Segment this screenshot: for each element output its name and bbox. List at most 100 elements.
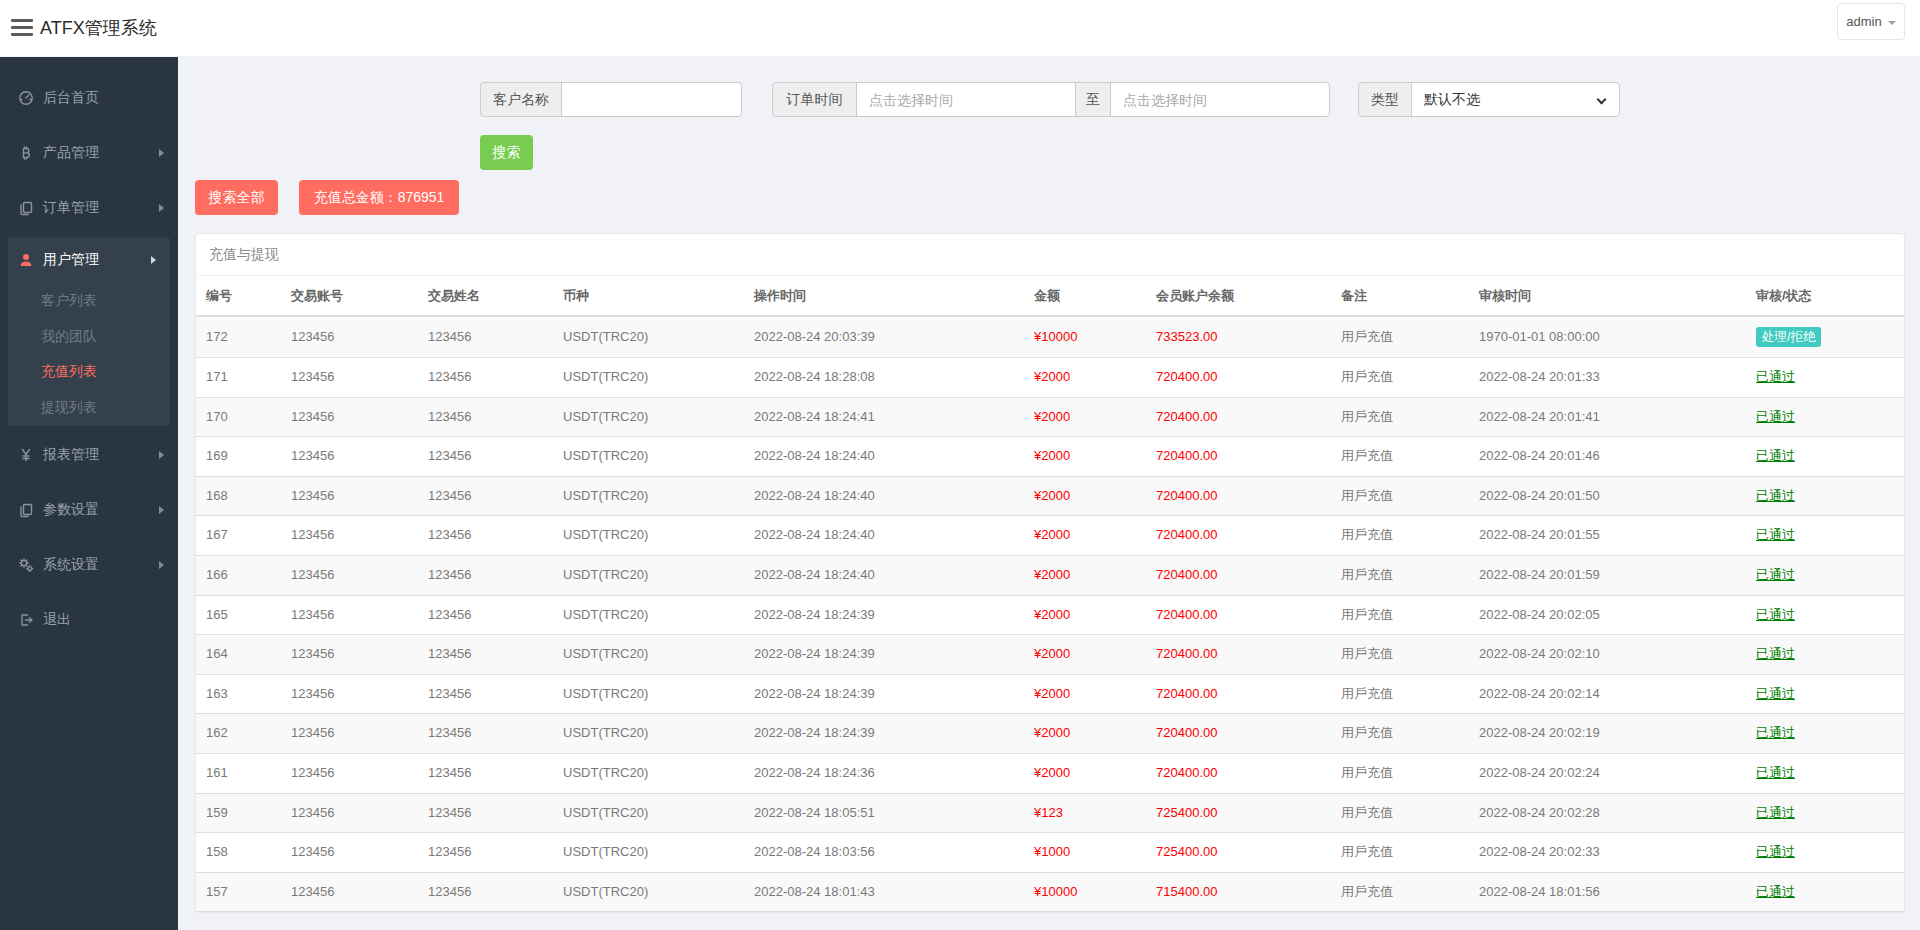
- time-to-input[interactable]: [1110, 82, 1330, 117]
- cell-name: 123456: [418, 397, 553, 437]
- approved-status-link[interactable]: 已通过: [1756, 686, 1795, 701]
- cell-amount: ¥2000: [1024, 555, 1146, 595]
- cell-id: 163: [196, 674, 281, 714]
- approved-status-link[interactable]: 已通过: [1756, 607, 1795, 622]
- cell-remark: 用戶充值: [1331, 635, 1469, 675]
- sidebar-subitem-my-team[interactable]: 我的团队: [8, 319, 170, 355]
- cell-remark: 用戶充值: [1331, 674, 1469, 714]
- cell-status: 已通过: [1746, 555, 1904, 595]
- approved-status-link[interactable]: 已通过: [1756, 488, 1795, 503]
- cell-account: 123456: [281, 753, 418, 793]
- sidebar-item-label: 系统设置: [43, 556, 99, 574]
- approved-status-link[interactable]: 已通过: [1756, 409, 1795, 424]
- hamburger-menu-icon[interactable]: [11, 19, 33, 36]
- type-label: 类型: [1358, 82, 1412, 117]
- search-button[interactable]: 搜索: [480, 135, 533, 170]
- cell-amount: ¥2000: [1024, 358, 1146, 398]
- time-from-input[interactable]: [856, 82, 1076, 117]
- cell-balance: 733523.00: [1146, 316, 1331, 358]
- approved-status-link[interactable]: 已通过: [1756, 805, 1795, 820]
- table-row: 167123456123456USDT(TRC20)2022-08-24 18:…: [196, 516, 1904, 556]
- gears-icon: [18, 557, 34, 573]
- sidebar-subitem-recharge-list[interactable]: 充值列表: [8, 354, 170, 390]
- cell-balance: 720400.00: [1146, 714, 1331, 754]
- cell-amount: ¥2000: [1024, 595, 1146, 635]
- cell-op-time: 2022-08-24 18:03:56: [744, 833, 1024, 873]
- approved-status-link[interactable]: 已通过: [1756, 725, 1795, 740]
- cell-op-time: 2022-08-24 18:24:41: [744, 397, 1024, 437]
- cell-account: 123456: [281, 595, 418, 635]
- cell-remark: 用戶充值: [1331, 316, 1469, 358]
- orders-icon: [18, 200, 34, 216]
- sidebar-item-logout[interactable]: 退出: [0, 593, 178, 648]
- cell-audit-time: 2022-08-24 20:01:46: [1469, 437, 1746, 477]
- table-row: 168123456123456USDT(TRC20)2022-08-24 18:…: [196, 476, 1904, 516]
- cell-remark: 用戶充值: [1331, 595, 1469, 635]
- approved-status-link[interactable]: 已通过: [1756, 646, 1795, 661]
- cell-id: 165: [196, 595, 281, 635]
- sidebar-item-params[interactable]: 参数设置: [0, 483, 178, 538]
- column-header-1: 编号: [196, 276, 281, 316]
- sidebar-item-users[interactable]: 用户管理: [8, 237, 170, 283]
- cell-amount: ¥2000: [1024, 476, 1146, 516]
- sidebar-subitem-customer-list[interactable]: 客户列表: [8, 283, 170, 319]
- cell-account: 123456: [281, 476, 418, 516]
- cell-currency: USDT(TRC20): [553, 516, 744, 556]
- table-row: 171123456123456USDT(TRC20)2022-08-24 18:…: [196, 358, 1904, 398]
- cell-id: 171: [196, 358, 281, 398]
- sidebar-item-system[interactable]: 系统设置: [0, 538, 178, 593]
- sidebar-subitem-withdraw-list[interactable]: 提现列表: [8, 390, 170, 426]
- approved-status-link[interactable]: 已通过: [1756, 884, 1795, 899]
- customer-name-group: 客户名称: [480, 82, 742, 117]
- approved-status-link[interactable]: 已通过: [1756, 527, 1795, 542]
- cell-audit-time: 2022-08-24 20:01:33: [1469, 358, 1746, 398]
- sidebar-item-products[interactable]: 产品管理: [0, 125, 178, 180]
- chevron-right-icon: [159, 149, 164, 157]
- cell-op-time: 2022-08-24 18:28:08: [744, 358, 1024, 398]
- chevron-right-icon: [159, 561, 164, 569]
- approved-status-link[interactable]: 已通过: [1756, 567, 1795, 582]
- cell-balance: 720400.00: [1146, 674, 1331, 714]
- cell-amount: ¥2000: [1024, 674, 1146, 714]
- search-all-button[interactable]: 搜索全部: [195, 180, 278, 215]
- cell-amount: ¥10000: [1024, 872, 1146, 912]
- customer-name-input[interactable]: [561, 82, 742, 117]
- cell-status: 已通过: [1746, 516, 1904, 556]
- sidebar-item-orders[interactable]: 订单管理: [0, 180, 178, 235]
- cell-amount: ¥2000: [1024, 397, 1146, 437]
- cell-currency: USDT(TRC20): [553, 555, 744, 595]
- card-title: 充值与提现: [196, 234, 1904, 276]
- cell-name: 123456: [418, 516, 553, 556]
- cell-account: 123456: [281, 872, 418, 912]
- sidebar-item-reports[interactable]: 报表管理: [0, 428, 178, 483]
- cell-balance: 720400.00: [1146, 476, 1331, 516]
- column-header-8: 备注: [1331, 276, 1469, 316]
- column-header-2: 交易账号: [281, 276, 418, 316]
- table-row: 172123456123456USDT(TRC20)2022-08-24 20:…: [196, 316, 1904, 358]
- cell-audit-time: 2022-08-24 20:01:55: [1469, 516, 1746, 556]
- pending-status-badge[interactable]: 处理/拒绝: [1756, 327, 1821, 347]
- cell-balance: 720400.00: [1146, 635, 1331, 675]
- cell-amount: ¥2000: [1024, 516, 1146, 556]
- cell-op-time: 2022-08-24 18:24:40: [744, 555, 1024, 595]
- recharge-total-button[interactable]: 充值总金额：876951: [299, 180, 459, 215]
- cell-currency: USDT(TRC20): [553, 674, 744, 714]
- cell-balance: 720400.00: [1146, 753, 1331, 793]
- cell-currency: USDT(TRC20): [553, 397, 744, 437]
- cell-amount: ¥2000: [1024, 714, 1146, 754]
- sidebar-item-label: 报表管理: [43, 446, 99, 464]
- sidebar-item-label: 用户管理: [43, 251, 99, 269]
- cell-account: 123456: [281, 833, 418, 873]
- table-row: 163123456123456USDT(TRC20)2022-08-24 18:…: [196, 674, 1904, 714]
- approved-status-link[interactable]: 已通过: [1756, 448, 1795, 463]
- admin-user-dropdown[interactable]: admin: [1837, 3, 1905, 40]
- sidebar-item-home[interactable]: 后台首页: [0, 70, 178, 125]
- approved-status-link[interactable]: 已通过: [1756, 844, 1795, 859]
- cell-op-time: 2022-08-24 18:24:39: [744, 635, 1024, 675]
- approved-status-link[interactable]: 已通过: [1756, 765, 1795, 780]
- cell-remark: 用戶充值: [1331, 753, 1469, 793]
- approved-status-link[interactable]: 已通过: [1756, 369, 1795, 384]
- type-select[interactable]: 默认不选: [1411, 82, 1620, 117]
- cell-currency: USDT(TRC20): [553, 833, 744, 873]
- cell-id: 167: [196, 516, 281, 556]
